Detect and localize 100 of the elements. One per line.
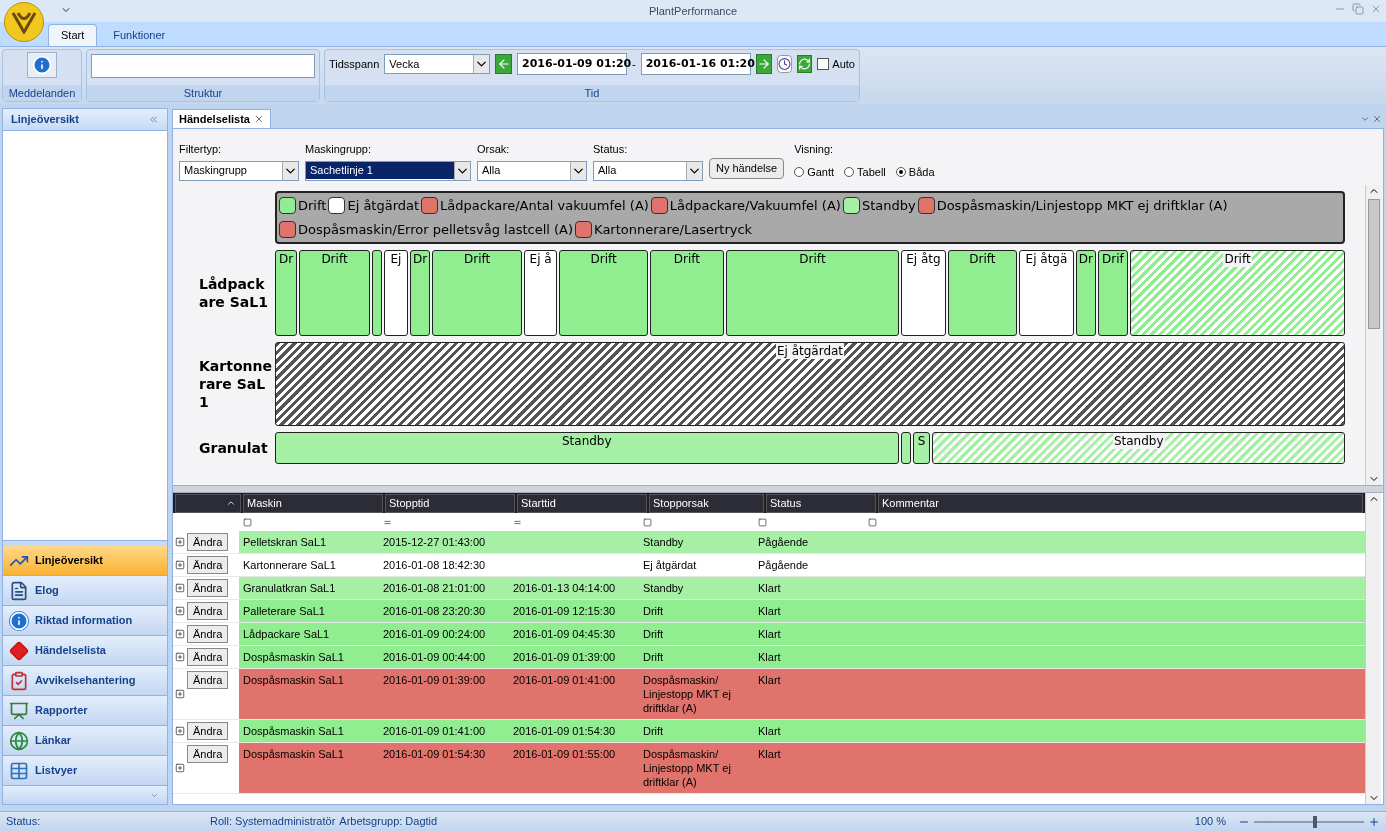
edit-button[interactable]: Ändra xyxy=(187,648,229,666)
column-header[interactable]: Maskin xyxy=(243,494,383,513)
column-header[interactable]: Stopptid xyxy=(385,494,515,513)
nav-item[interactable]: Länkar xyxy=(3,726,167,756)
ribbon-tab[interactable]: Funktioner xyxy=(101,24,178,46)
close-icon[interactable] xyxy=(253,114,264,124)
scrollbar[interactable] xyxy=(1365,493,1381,804)
info-button[interactable] xyxy=(27,52,57,78)
nav-item[interactable]: Rapporter xyxy=(3,696,167,726)
gantt-bar[interactable]: Ej åtgä xyxy=(1019,250,1074,336)
expand-icon[interactable] xyxy=(175,583,185,593)
filter-icon[interactable] xyxy=(243,517,252,527)
table-row[interactable]: Ändra Lådpackare SaL1 2016-01-09 00:24:00 2016-01-09 04:45:30 Drift Klart xyxy=(173,623,1365,646)
edit-button[interactable]: Ändra xyxy=(187,602,229,620)
timespan-dropdown[interactable]: Vecka xyxy=(384,54,491,74)
nav-item[interactable]: Riktad information xyxy=(3,606,167,636)
new-event-button[interactable]: Ny händelse xyxy=(709,158,785,179)
gantt-bar[interactable]: S xyxy=(912,432,931,464)
gantt-bar[interactable]: Dr xyxy=(1075,250,1096,336)
clock-icon[interactable] xyxy=(777,55,793,73)
ribbon-tab[interactable]: Start xyxy=(48,24,98,46)
scrollbar[interactable] xyxy=(1365,185,1381,485)
gantt-bar[interactable] xyxy=(900,432,911,464)
edit-button[interactable]: Ändra xyxy=(187,671,229,689)
view-radio[interactable]: Båda xyxy=(895,163,935,180)
app-logo[interactable] xyxy=(4,2,44,42)
gantt-bar[interactable]: Drift xyxy=(947,250,1018,336)
nav-item[interactable]: Händelselista xyxy=(3,636,167,666)
table-row[interactable]: Ändra Dospåsmaskin SaL1 2016-01-09 01:39:00 2016-01-09 01:41:00 Dospåsmaskin/ Linjestopp MKT ej driftklar (A) Klart xyxy=(173,669,1365,720)
gantt-bar[interactable]: Dr xyxy=(275,250,298,336)
dropdown[interactable]: Alla xyxy=(477,160,587,181)
table-cell-text: 2016-01-13 04:14:00 xyxy=(512,581,617,596)
filter-icon[interactable] xyxy=(758,517,767,527)
table-row[interactable]: Ändra Dospåsmaskin SaL1 2016-01-09 01:54:30 2016-01-09 01:55:00 Dospåsmaskin/ Linjestopp MKT ej driftklar (A) Klart xyxy=(173,743,1365,794)
close-icon[interactable] xyxy=(1370,3,1382,15)
zoom-in-icon[interactable] xyxy=(1368,815,1380,828)
edit-button[interactable]: Ändra xyxy=(187,556,229,574)
gantt-bar[interactable]: Drift xyxy=(1130,250,1345,336)
column-header[interactable]: Status xyxy=(766,494,876,513)
dropdown-icon[interactable] xyxy=(1360,114,1370,124)
refresh-icon[interactable] xyxy=(797,55,813,73)
nav-item[interactable]: Linjeöversikt xyxy=(3,546,167,576)
table-row[interactable]: Ändra Granulatkran SaL1 2016-01-08 21:01:00 2016-01-13 04:14:00 Standby Klart xyxy=(173,577,1365,600)
gantt-bar[interactable] xyxy=(371,250,382,336)
expand-icon[interactable] xyxy=(175,537,185,547)
gantt-bar[interactable]: Drift xyxy=(432,250,522,336)
expand-icon[interactable] xyxy=(175,726,185,736)
zoom-slider[interactable] xyxy=(1254,815,1364,828)
dropdown[interactable]: Sachetlinje 1 xyxy=(305,160,471,181)
edit-button[interactable]: Ändra xyxy=(187,533,229,551)
filter-icon[interactable] xyxy=(643,517,652,527)
gantt-bar[interactable]: Ej åtgärdat xyxy=(275,342,1345,426)
edit-button[interactable]: Ändra xyxy=(187,625,229,643)
gantt-bar[interactable]: Drift xyxy=(725,250,900,336)
workgroup-text: Arbetsgrupp: Dagtid xyxy=(339,814,438,830)
gantt-bar[interactable]: Ej xyxy=(383,250,409,336)
view-radio[interactable]: Tabell xyxy=(844,163,886,180)
table-row[interactable]: Ändra Kartonnerare SaL1 2016-01-08 18:42:30 Ej åtgärdat Pågående xyxy=(173,554,1365,577)
expand-icon[interactable] xyxy=(175,763,185,773)
edit-button[interactable]: Ändra xyxy=(187,722,229,740)
gantt-bar[interactable]: Drift xyxy=(650,250,724,336)
nav-item[interactable]: Listvyer xyxy=(3,756,167,786)
document-tab[interactable]: Händelselista xyxy=(172,109,271,128)
gantt-bar[interactable]: Drift xyxy=(299,250,370,336)
nav-item[interactable]: Avvikelsehantering xyxy=(3,666,167,696)
column-header[interactable]: Stopporsak xyxy=(649,494,764,513)
gantt-bar[interactable]: Standby xyxy=(275,432,899,464)
collapse-icon[interactable] xyxy=(148,114,159,125)
next-button[interactable] xyxy=(755,54,773,74)
table-cell-text: Drift xyxy=(642,604,665,619)
edit-button[interactable]: Ändra xyxy=(187,579,229,597)
dropdown[interactable]: Maskingrupp xyxy=(179,160,299,181)
expand-icon[interactable] xyxy=(175,560,185,570)
expand-icon[interactable] xyxy=(175,652,185,662)
gantt-bar[interactable]: Ej å xyxy=(524,250,558,336)
gantt-bar[interactable]: Drif xyxy=(1097,250,1129,336)
table-row[interactable]: Ändra Pelletskran SaL1 2015-12-27 01:43:00 Standby Pågående xyxy=(173,531,1365,554)
scroll-thumb[interactable] xyxy=(1367,199,1380,329)
auto-checkbox[interactable] xyxy=(817,58,830,70)
gantt-bar-label: Drift xyxy=(673,251,700,268)
gantt-bar[interactable]: Standby xyxy=(932,432,1345,464)
dropdown[interactable]: Alla xyxy=(593,160,703,181)
nav-item[interactable]: Elog xyxy=(3,576,167,606)
expand-icon[interactable] xyxy=(175,606,185,616)
expand-icon[interactable] xyxy=(175,629,185,639)
structure-field[interactable] xyxy=(91,54,315,78)
view-radio[interactable]: Gantt xyxy=(794,163,835,180)
column-header[interactable]: Starttid xyxy=(517,494,647,513)
gantt-bar[interactable]: Drift xyxy=(559,250,649,336)
previous-button[interactable] xyxy=(495,54,513,74)
gantt-bar[interactable]: Dr xyxy=(410,250,431,336)
filter-icon[interactable] xyxy=(868,517,877,527)
table-row[interactable]: Ändra Dospåsmaskin SaL1 2016-01-09 01:41:00 2016-01-09 01:54:30 Drift Klart xyxy=(173,720,1365,743)
column-header[interactable]: Kommentar xyxy=(878,494,1363,513)
edit-button[interactable]: Ändra xyxy=(187,745,229,763)
close-icon[interactable] xyxy=(1372,114,1382,124)
expand-icon[interactable] xyxy=(175,689,185,699)
gantt-bar[interactable]: Ej åtg xyxy=(901,250,946,336)
table-row[interactable]: Ändra Palleterare SaL1 2016-01-08 23:20:30 2016-01-09 12:15:30 Drift Klart xyxy=(173,600,1365,623)
table-row[interactable]: Ändra Dospåsmaskin SaL1 2016-01-09 00:44:00 2016-01-09 01:39:00 Drift Klart xyxy=(173,646,1365,669)
